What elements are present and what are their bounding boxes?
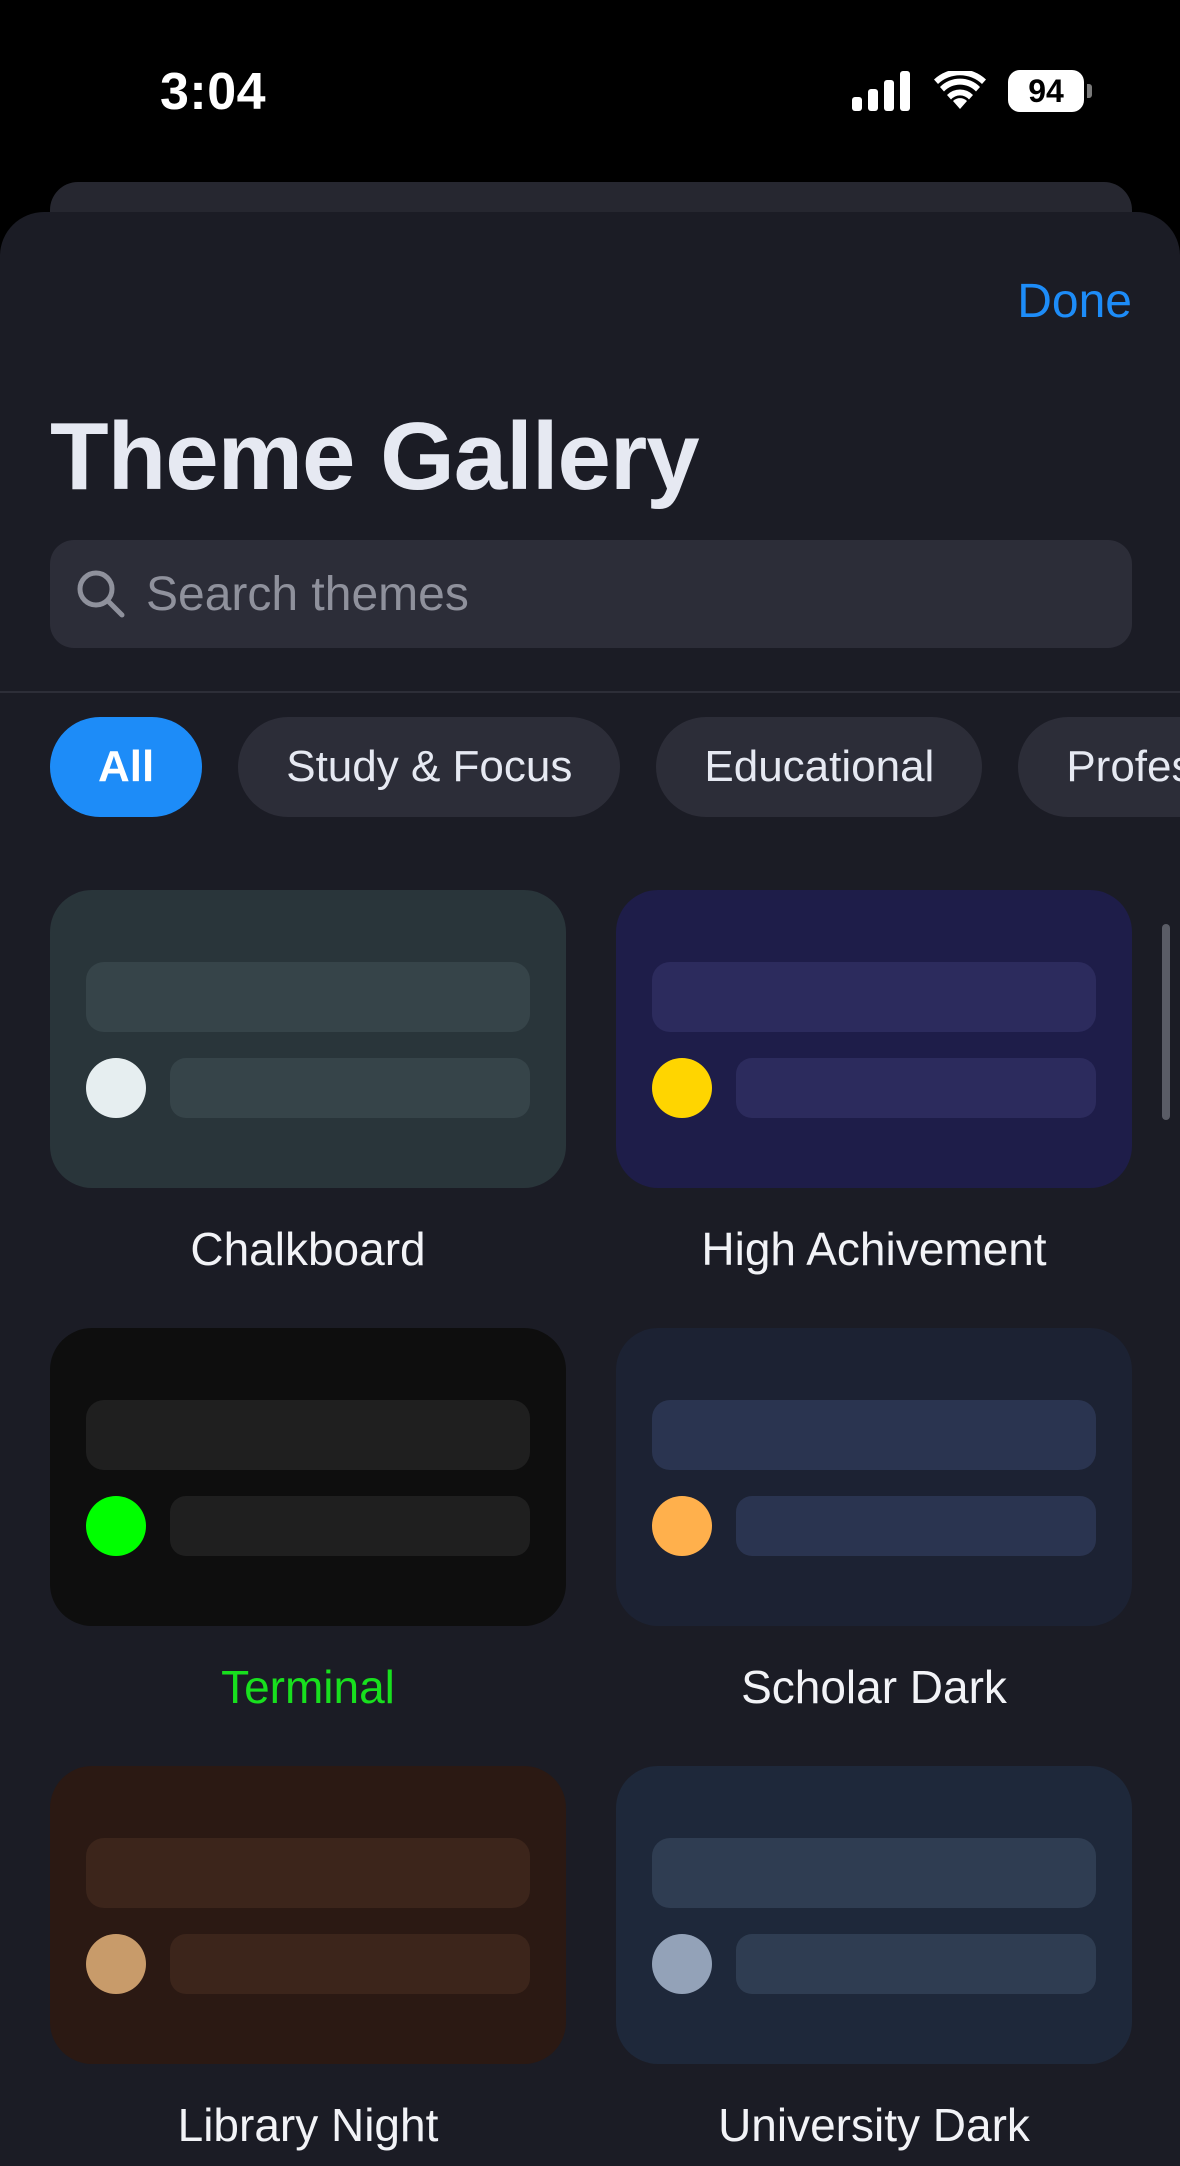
status-time: 3:04 bbox=[160, 63, 267, 121]
theme-tile[interactable]: Chalkboard bbox=[50, 890, 566, 1328]
theme-tile[interactable]: Terminal bbox=[50, 1328, 566, 1766]
theme-preview bbox=[50, 1328, 566, 1626]
theme-name: Terminal bbox=[221, 1661, 395, 1713]
preview-accent-dot bbox=[652, 1934, 712, 1994]
search-bar[interactable] bbox=[50, 540, 1132, 648]
theme-tile[interactable]: Library Night bbox=[50, 1766, 566, 2166]
search-input[interactable] bbox=[146, 540, 1132, 648]
preview-accent-dot bbox=[652, 1058, 712, 1118]
theme-grid: Chalkboard High Achivement Terminal Scho… bbox=[50, 890, 1132, 2166]
scrollbar[interactable] bbox=[1162, 924, 1170, 1120]
theme-preview bbox=[616, 1328, 1132, 1626]
search-icon bbox=[77, 570, 125, 618]
filter-chip-study-focus[interactable]: Study & Focus bbox=[238, 717, 621, 817]
preview-bar bbox=[652, 962, 1096, 1032]
preview-bar bbox=[170, 1934, 530, 1994]
preview-bar bbox=[736, 1496, 1096, 1556]
theme-preview bbox=[616, 1766, 1132, 2064]
wifi-icon bbox=[934, 71, 986, 109]
theme-name: High Achivement bbox=[701, 1223, 1047, 1275]
filter-chip-educational[interactable]: Educational bbox=[656, 717, 983, 817]
preview-bar bbox=[652, 1400, 1096, 1470]
theme-preview bbox=[50, 890, 566, 1188]
theme-name: Library Night bbox=[177, 2099, 439, 2151]
preview-bar bbox=[170, 1496, 530, 1556]
preview-bar bbox=[86, 1400, 530, 1470]
preview-bar bbox=[86, 1838, 530, 1908]
theme-gallery-sheet: Done Theme Gallery All Study & Focus Edu… bbox=[0, 212, 1180, 2166]
preview-accent-dot bbox=[86, 1496, 146, 1556]
battery-level: 94 bbox=[1028, 72, 1064, 109]
theme-tile[interactable]: High Achivement bbox=[616, 890, 1132, 1328]
preview-accent-dot bbox=[86, 1058, 146, 1118]
filter-chip-all[interactable]: All bbox=[50, 717, 203, 817]
preview-bar bbox=[736, 1058, 1096, 1118]
battery-icon: 94 bbox=[1008, 70, 1092, 112]
theme-name: Scholar Dark bbox=[741, 1661, 1007, 1713]
preview-bar bbox=[652, 1838, 1096, 1908]
theme-preview bbox=[616, 890, 1132, 1188]
header-divider bbox=[0, 691, 1180, 693]
theme-preview bbox=[50, 1766, 566, 2064]
theme-tile[interactable]: Scholar Dark bbox=[616, 1328, 1132, 1766]
preview-accent-dot bbox=[86, 1934, 146, 1994]
preview-bar bbox=[86, 962, 530, 1032]
screen: 3:04 94 Done Theme Gallery Search themes… bbox=[0, 0, 1180, 2166]
theme-tile[interactable]: University Dark bbox=[616, 1766, 1132, 2166]
preview-bar bbox=[170, 1058, 530, 1118]
theme-name: Chalkboard bbox=[190, 1223, 426, 1275]
filter-chips: All Study & Focus Educational Profession… bbox=[50, 717, 1180, 817]
status-icons: 94 bbox=[852, 70, 1092, 112]
theme-name: University Dark bbox=[718, 2099, 1030, 2151]
preview-accent-dot bbox=[652, 1496, 712, 1556]
filter-chip-professional[interactable]: Professional bbox=[1018, 717, 1180, 817]
done-button[interactable]: Done bbox=[1017, 274, 1132, 329]
page-title: Theme Gallery bbox=[50, 403, 700, 510]
preview-bar bbox=[736, 1934, 1096, 1994]
cellular-signal-icon bbox=[852, 71, 910, 111]
